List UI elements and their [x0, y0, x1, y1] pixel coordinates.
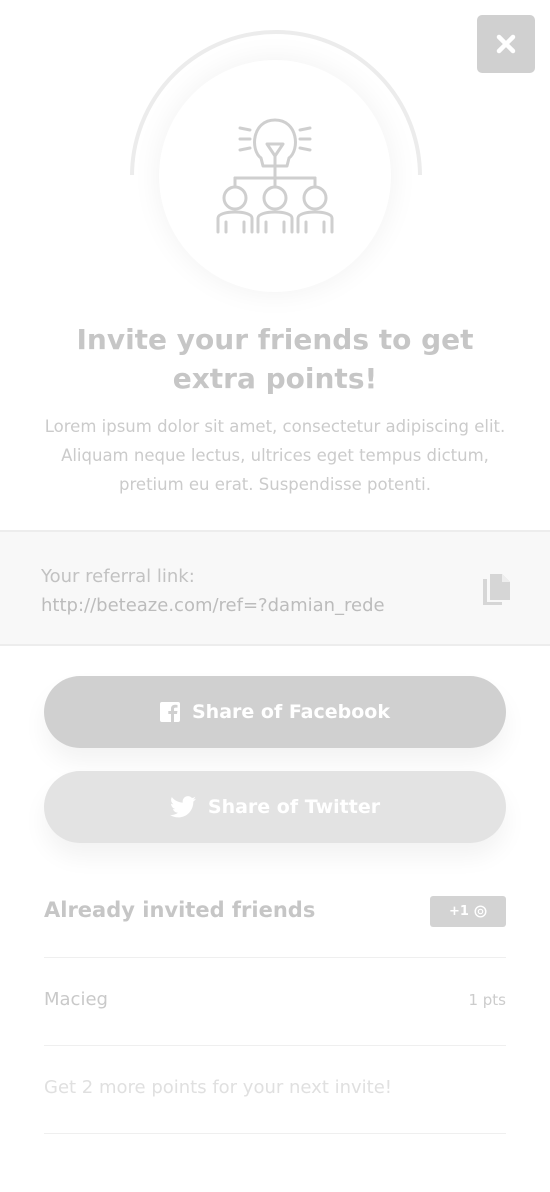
page-title: Invite your friends to get extra points!: [76, 323, 474, 395]
page-description: Lorem ipsum dolor sit amet, consectetur …: [44, 417, 506, 494]
coin-icon: [474, 905, 487, 918]
facebook-icon: [159, 702, 180, 722]
referral-box: Your referral link: http://beteaze.com/r…: [0, 530, 550, 646]
share-facebook-label: Share of Facebook: [191, 701, 390, 723]
copy-button[interactable]: [480, 572, 512, 608]
share-twitter-button[interactable]: Share of Twitter: [44, 771, 506, 843]
friend-name: Macieg: [44, 989, 108, 1010]
share-facebook-button[interactable]: Share of Facebook: [44, 676, 506, 748]
friend-points: 1 pts: [468, 991, 506, 1009]
referral-label: Your referral link:: [41, 566, 195, 587]
divider: [44, 1133, 506, 1134]
close-button[interactable]: [477, 15, 535, 73]
divider: [44, 1045, 506, 1046]
copy-icon: [483, 574, 510, 605]
points-badge: +1: [430, 896, 506, 927]
close-icon: [496, 34, 516, 54]
invited-friends-title: Already invited friends: [44, 898, 316, 922]
share-twitter-label: Share of Twitter: [207, 796, 381, 818]
next-invite-hint: Get 2 more points for your next invite!: [44, 1077, 393, 1098]
points-badge-label: +1: [449, 904, 469, 919]
divider: [44, 957, 506, 958]
twitter-icon: [169, 796, 196, 818]
referral-link[interactable]: http://beteaze.com/ref=?damian_rede: [41, 595, 385, 616]
lightbulb-team-icon: [216, 118, 334, 234]
